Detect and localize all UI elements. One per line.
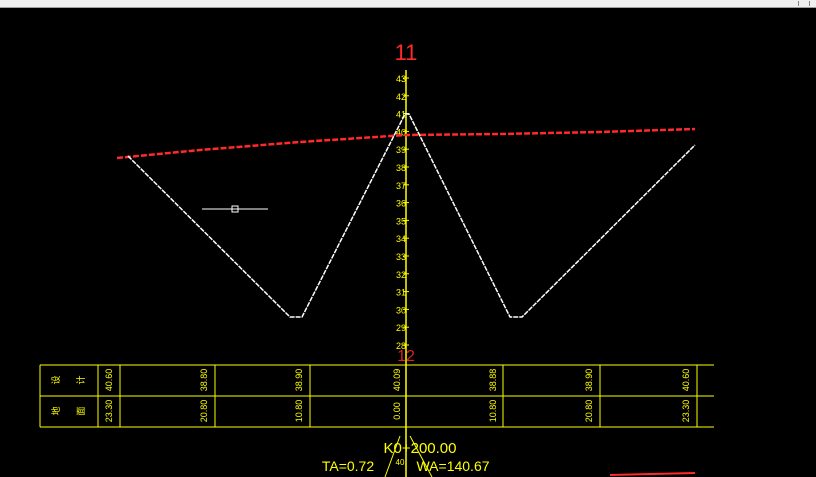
axis-tick-label: 43 bbox=[396, 74, 406, 84]
axis-tick-label: 41 bbox=[396, 110, 406, 120]
table-cell: 38.90 bbox=[294, 369, 304, 392]
table-cell: 0.00 bbox=[392, 402, 402, 420]
axis-tick-label: 29 bbox=[396, 323, 406, 333]
table-cell: 23.30 bbox=[681, 400, 691, 423]
table-cell: 20.80 bbox=[584, 400, 594, 423]
ta-label: TA=0.72 bbox=[322, 458, 374, 474]
axis-tick-label: 32 bbox=[396, 270, 406, 280]
table-cell: 38.90 bbox=[584, 369, 594, 392]
table-cell: 40.09 bbox=[392, 369, 402, 392]
axis-tick-label: 36 bbox=[396, 199, 406, 209]
axis-tick-labels: 43424140393837363534333231302928 bbox=[396, 74, 409, 351]
axis-tick-label: 34 bbox=[396, 234, 406, 244]
table-cell: 20.80 bbox=[199, 400, 209, 423]
table-cell: 40.60 bbox=[104, 369, 114, 392]
axis-tick-label: 39 bbox=[396, 145, 406, 155]
table-row-label: 面 bbox=[76, 406, 86, 415]
axis-tick-label: 37 bbox=[396, 181, 406, 191]
axis-tick-label: 35 bbox=[396, 216, 406, 226]
ground-line-stub bbox=[609, 472, 696, 476]
design-section-line bbox=[127, 113, 696, 318]
section-data-table: 设 计地 面 40.60 38.80 38.90 40.09 38.88 38.90 40.60 2… bbox=[39, 364, 714, 428]
axis-tick-label: 42 bbox=[396, 92, 406, 102]
table-cell: 38.80 bbox=[199, 369, 209, 392]
table-cell: 38.88 bbox=[488, 369, 498, 392]
axis-tick-label: 31 bbox=[396, 288, 406, 298]
next-section-label: 12 bbox=[397, 348, 415, 365]
section-label: 11 bbox=[395, 40, 418, 65]
axis-tick-label: 38 bbox=[396, 163, 406, 173]
center-small-label: 40 bbox=[396, 458, 405, 467]
axis-tick-label: 30 bbox=[396, 305, 406, 315]
cursor-crosshair-icon bbox=[202, 205, 268, 213]
table-cell: 10.80 bbox=[294, 400, 304, 423]
table-row-label: 地 bbox=[50, 406, 61, 415]
table-cell: 40.60 bbox=[681, 369, 691, 392]
table-row-label: 计 bbox=[75, 375, 86, 384]
table-cell: 23.30 bbox=[104, 400, 114, 423]
table-row-label: 设 bbox=[51, 375, 61, 384]
axis-tick-label: 33 bbox=[396, 252, 406, 262]
table-cell: 10.80 bbox=[488, 400, 498, 423]
wa-label: WA=140.67 bbox=[416, 458, 489, 474]
resize-grip-icon[interactable] bbox=[798, 1, 810, 6]
cad-drawing-canvas[interactable]: 11 43424140393837363534333231302928 12 设… bbox=[0, 8, 816, 477]
window-top-strip bbox=[0, 0, 816, 8]
